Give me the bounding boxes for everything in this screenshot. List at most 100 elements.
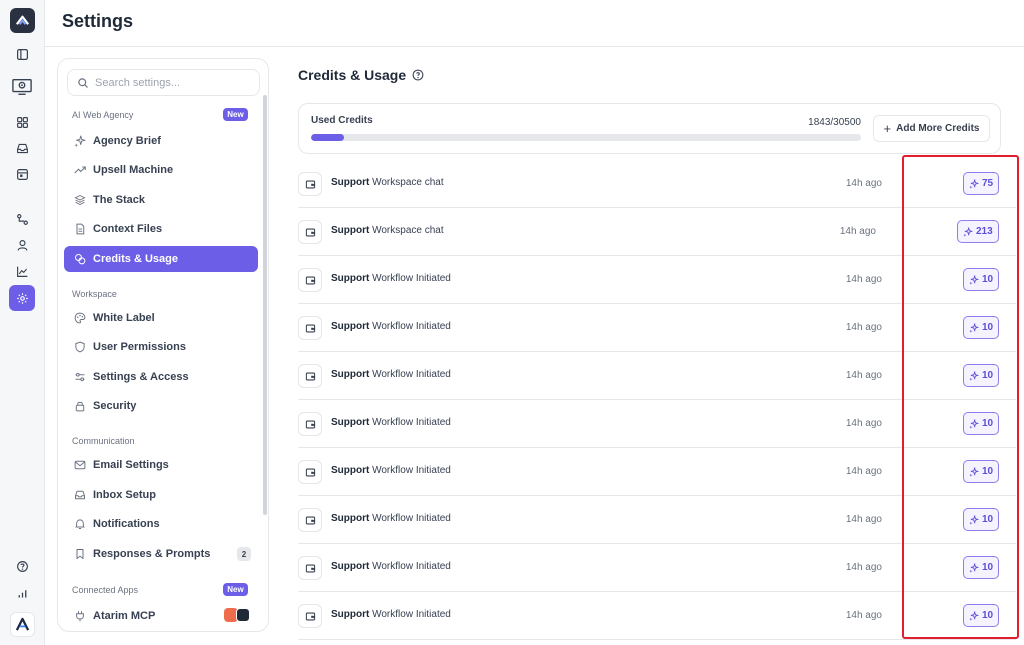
layers-icon <box>74 194 86 206</box>
row-description: Support Workflow Initiated <box>331 561 451 572</box>
nav-label: White Label <box>93 312 155 324</box>
credit-amount: 10 <box>982 514 994 525</box>
sparkle-icon <box>969 179 982 189</box>
credits-progress-fill <box>311 134 345 141</box>
user-icon[interactable] <box>13 236 31 254</box>
nav-item-settings-access[interactable]: Settings & Access <box>64 364 258 390</box>
nav-label: Agency Brief <box>93 135 161 147</box>
nav-item-agency-brief[interactable]: Agency Brief <box>64 128 258 154</box>
bell-icon <box>74 518 86 530</box>
palette-icon <box>74 312 86 324</box>
settings-icon[interactable] <box>9 285 35 311</box>
row-action: Workflow Initiated <box>372 273 451 284</box>
wallet-icon <box>298 412 322 436</box>
help-icon[interactable] <box>13 557 31 575</box>
sparkle-icon <box>969 611 982 621</box>
nav-item-the-stack[interactable]: The Stack <box>64 187 258 213</box>
app-logo-icon[interactable] <box>10 8 35 33</box>
page-header: Settings <box>45 0 1024 47</box>
credit-pill[interactable]: 10 <box>963 604 1000 627</box>
plus-icon: + <box>883 121 892 136</box>
brand-logo-icon[interactable] <box>10 612 35 637</box>
row-source: Support <box>331 465 370 476</box>
nav-item-white-label[interactable]: White Label <box>64 305 258 331</box>
section-label-connected-apps: Connected Apps <box>72 585 139 595</box>
section-label-workspace: Workspace <box>72 289 117 299</box>
row-source: Support <box>331 561 370 572</box>
bookmark-icon <box>74 548 86 560</box>
credit-pill[interactable]: 10 <box>963 268 1000 291</box>
scrollbar[interactable] <box>263 95 267 515</box>
row-timestamp: 14h ago <box>839 226 876 237</box>
sparkle-icon <box>74 135 86 147</box>
row-timestamp: 14h ago <box>845 418 882 429</box>
wallet-icon <box>298 172 322 196</box>
chart-line-icon[interactable] <box>13 262 31 280</box>
row-timestamp: 14h ago <box>845 610 882 621</box>
nav-item-credits-usage[interactable]: Credits & Usage <box>64 246 258 272</box>
computer-gear-icon[interactable] <box>10 76 34 98</box>
calendar-icon[interactable] <box>13 165 31 183</box>
sparkle-icon <box>969 419 982 429</box>
section-title-text: Credits & Usage <box>298 67 407 83</box>
nav-item-upsell-machine[interactable]: Upsell Machine <box>64 157 258 183</box>
usage-row[interactable]: Support Workflow Initiated 14h ago 10 <box>298 304 1016 352</box>
credit-pill[interactable]: 10 <box>963 508 1000 531</box>
nav-item-responses-prompts[interactable]: Responses & Prompts 2 <box>64 541 258 567</box>
nav-item-inbox-setup[interactable]: Inbox Setup <box>64 482 258 508</box>
grid-icon[interactable] <box>13 113 31 131</box>
credit-pill[interactable]: 10 <box>963 364 1000 387</box>
help-icon[interactable] <box>412 69 424 81</box>
usage-row[interactable]: Support Workflow Initiated 14h ago 10 <box>298 496 1016 544</box>
add-more-credits-label: Add More Credits <box>896 123 980 134</box>
plug-icon <box>74 610 86 622</box>
shield-icon <box>74 341 86 353</box>
credit-pill[interactable]: 10 <box>963 316 1000 339</box>
row-source: Support <box>331 513 370 524</box>
usage-row[interactable]: Support Workflow Initiated 14h ago 10 <box>298 256 1016 304</box>
credit-pill[interactable]: 10 <box>963 412 1000 435</box>
add-more-credits-button[interactable]: + Add More Credits <box>873 115 990 142</box>
nav-item-notifications[interactable]: Notifications <box>64 511 258 537</box>
usage-row[interactable]: Support Workflow Initiated 14h ago 10 <box>298 544 1016 592</box>
wallet-icon <box>298 364 322 388</box>
nav-item-email-settings[interactable]: Email Settings <box>64 452 258 478</box>
credit-amount: 213 <box>976 226 993 237</box>
section-title: Credits & Usage <box>298 67 424 83</box>
usage-row[interactable]: Support Workspace chat 14h ago 213 <box>298 208 1016 256</box>
nav-label: Security <box>93 400 137 412</box>
icon-rail <box>0 0 45 645</box>
row-action: Workflow Initiated <box>372 321 451 332</box>
inbox-icon <box>74 489 86 501</box>
search-input[interactable] <box>95 76 255 89</box>
usage-row[interactable]: Support Workflow Initiated 14h ago 10 <box>298 592 1016 640</box>
row-source: Support <box>331 609 370 620</box>
workflow-icon[interactable] <box>13 210 31 228</box>
settings-nav-panel: AI Web Agency New Agency Brief Upsell Ma… <box>57 58 269 632</box>
wallet-icon <box>298 556 322 580</box>
file-icon <box>74 223 86 235</box>
nav-item-user-permissions[interactable]: User Permissions <box>64 334 258 360</box>
inbox-icon[interactable] <box>13 139 31 157</box>
count-badge: 2 <box>237 547 251 561</box>
row-action: Workflow Initiated <box>372 465 451 476</box>
usage-row[interactable]: Support Workspace chat 14h ago 75 <box>298 160 1016 208</box>
row-description: Support Workspace chat <box>331 225 444 236</box>
panel-toggle-icon[interactable] <box>13 45 31 63</box>
credit-amount: 75 <box>982 178 994 189</box>
nav-item-atarim-mcp[interactable]: Atarim MCP <box>64 603 258 629</box>
bar-chart-icon[interactable] <box>13 584 31 602</box>
nav-item-security[interactable]: Security <box>64 393 258 419</box>
mail-icon <box>74 459 86 471</box>
credit-pill[interactable]: 75 <box>963 172 1000 195</box>
sparkle-icon <box>969 275 982 285</box>
usage-row[interactable]: Support Workflow Initiated 14h ago 10 <box>298 400 1016 448</box>
credit-pill[interactable]: 10 <box>963 460 1000 483</box>
usage-row[interactable]: Support Workflow Initiated 14h ago 10 <box>298 352 1016 400</box>
credit-pill[interactable]: 10 <box>963 556 1000 579</box>
credit-pill[interactable]: 213 <box>957 220 999 243</box>
search-box[interactable] <box>67 69 260 96</box>
usage-row[interactable]: Support Workflow Initiated 14h ago 10 <box>298 448 1016 496</box>
nav-item-context-files[interactable]: Context Files <box>64 216 258 242</box>
credit-amount: 10 <box>982 274 994 285</box>
